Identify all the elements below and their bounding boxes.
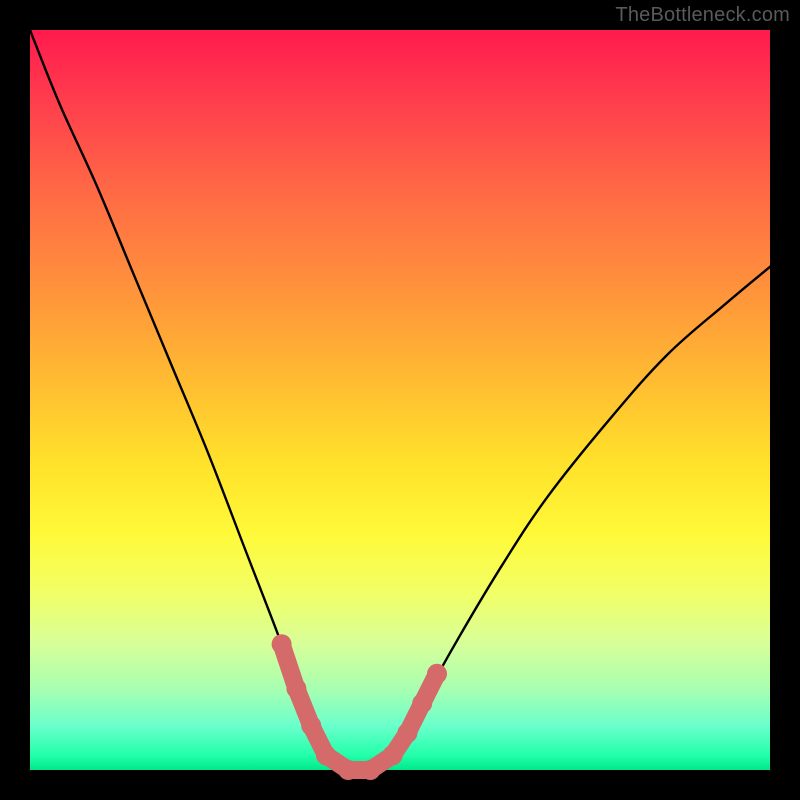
- curve-svg: [30, 30, 770, 770]
- optimal-range-marker: [272, 634, 447, 780]
- watermark-text: TheBottleneck.com: [615, 4, 790, 27]
- plot-area: [30, 30, 770, 770]
- optimal-marker-dot: [272, 634, 292, 654]
- bottleneck-curve: [30, 30, 770, 773]
- optimal-marker-dot: [397, 723, 417, 743]
- optimal-marker-dot: [286, 679, 306, 699]
- optimal-marker-dot: [427, 664, 447, 684]
- optimal-marker-dot: [412, 693, 432, 713]
- optimal-marker-dot: [383, 745, 403, 765]
- optimal-marker-dot: [301, 716, 321, 736]
- chart-frame: TheBottleneck.com: [0, 0, 800, 800]
- optimal-marker-dot: [360, 760, 380, 780]
- optimal-marker-dot: [316, 745, 336, 765]
- optimal-marker-dot: [338, 760, 358, 780]
